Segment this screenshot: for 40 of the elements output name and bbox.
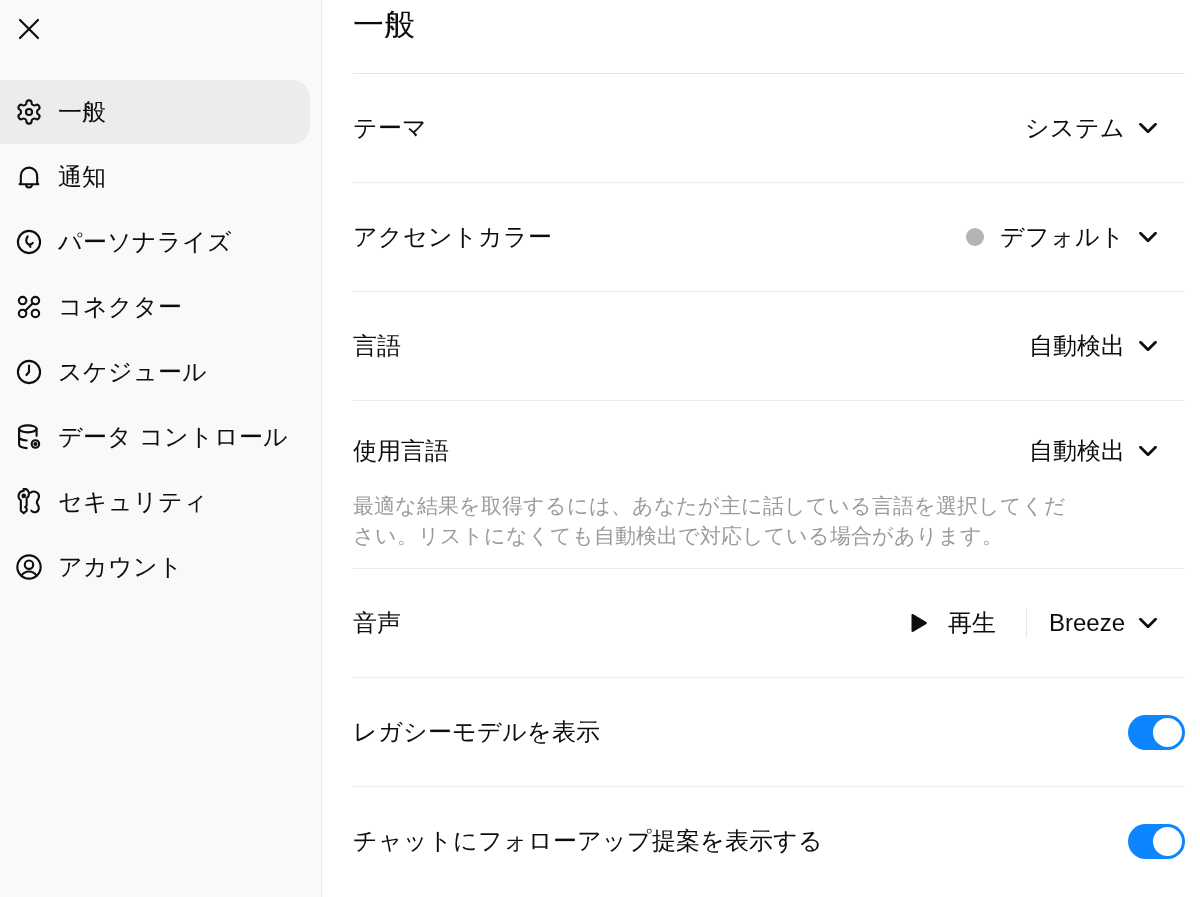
sidebar-item[interactable]: 通知 xyxy=(0,145,310,209)
play-icon xyxy=(909,613,928,633)
sidebar-item[interactable]: 一般 xyxy=(0,80,310,144)
dropdown-button[interactable]: システム xyxy=(1021,108,1157,148)
chevron-down-icon xyxy=(1139,446,1157,456)
dropdown-button[interactable]: デフォルト xyxy=(962,217,1157,257)
chevron-down-icon xyxy=(1139,618,1157,628)
dropdown-button[interactable]: 自動検出 xyxy=(1025,326,1157,366)
keys-icon xyxy=(15,488,43,516)
user-circle-icon xyxy=(15,553,43,581)
close-button[interactable] xyxy=(16,16,42,42)
sidebar-item[interactable]: セキュリティ xyxy=(0,470,310,534)
setting-label: 使用言語 xyxy=(353,436,449,466)
circle-curve-icon xyxy=(15,228,43,256)
database-gear-icon xyxy=(15,423,43,451)
setting-label: 音声 xyxy=(353,608,401,638)
setting-label: テーマ xyxy=(353,113,427,143)
close-icon xyxy=(18,18,40,40)
setting-label: アクセントカラー xyxy=(353,222,552,252)
setting-label: 言語 xyxy=(353,331,401,361)
play-button[interactable]: 再生 xyxy=(905,603,1000,643)
clock-icon xyxy=(15,358,43,386)
setting-description: 最適な結果を取得するには、あなたが主に話している言語を選択してください。リストになくても自動検出で対応している場合があります。 xyxy=(353,493,1067,549)
page-title: 一般 xyxy=(353,6,416,44)
dropdown-button[interactable]: Breeze xyxy=(1044,605,1157,641)
gear-icon xyxy=(15,98,43,126)
dropdown-button[interactable]: 自動検出 xyxy=(1025,431,1157,471)
toggle-switch[interactable] xyxy=(1128,823,1185,859)
sidebar-item[interactable]: アカウント xyxy=(0,535,310,599)
chevron-down-icon xyxy=(1139,123,1157,133)
sidebar-item[interactable]: パーソナライズ xyxy=(0,210,310,274)
toggle-switch[interactable] xyxy=(1128,714,1185,750)
sidebar-item[interactable]: データ コントロール xyxy=(0,405,310,469)
nodes-icon xyxy=(15,293,43,321)
sidebar-item[interactable]: コネクター xyxy=(0,275,310,339)
setting-label: チャットにフォローアップ提案を表示する xyxy=(353,826,823,856)
setting-label: レガシーモデルを表示 xyxy=(353,717,600,747)
chevron-down-icon xyxy=(1139,341,1157,351)
sidebar-item[interactable]: スケジュール xyxy=(0,340,310,404)
chevron-down-icon xyxy=(1139,232,1157,242)
